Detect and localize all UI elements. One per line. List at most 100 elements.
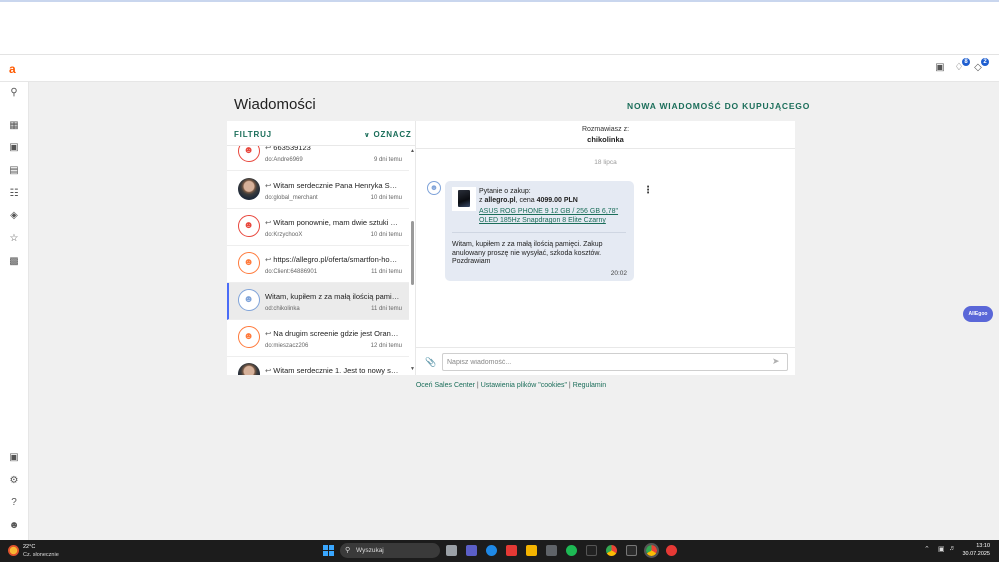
chat-column: Rozmawiasz z: chikolinka 18 lipca ☻ Pyta… <box>416 121 795 375</box>
spotify-icon[interactable] <box>566 545 577 556</box>
conversation-title: Witam serdecznie Pana Henryka Sam s... <box>273 181 401 190</box>
conversation-recipient: do:mieszacz206 <box>265 343 309 349</box>
weather-temp: 22°C <box>23 544 36 550</box>
conversation-item[interactable]: ☻ ↩ Na drugim screenie gdzie jest Orange,… <box>227 320 409 357</box>
floating-assistant-button[interactable]: AllEgoo <box>963 306 993 322</box>
cookie-settings-link[interactable]: Ustawienia plików "cookies" <box>481 382 567 389</box>
avatar: ☻ <box>238 146 260 162</box>
notifications-bell-icon[interactable]: ♢ 8 <box>953 58 970 74</box>
offers-icon[interactable]: ▤ <box>8 165 20 177</box>
search-icon: ⚲ <box>345 547 351 554</box>
conversation-list: ☻ ↩ 663539123 do:Andre6969 9 dni temu ↩ Wi… <box>227 146 409 375</box>
task-view-icon[interactable] <box>446 545 457 556</box>
chat-header: Rozmawiasz z: chikolinka <box>416 121 795 149</box>
edge-icon[interactable] <box>486 545 497 556</box>
chevron-down-icon: ∨ <box>364 132 371 139</box>
attachment-paperclip-icon[interactable]: 📎 <box>425 357 436 368</box>
file-explorer-icon[interactable] <box>526 545 537 556</box>
help-icon[interactable]: ? <box>8 497 20 509</box>
footer-links: Oceń Sales Center | Ustawienia plików "c… <box>415 382 607 389</box>
stats-icon[interactable]: ▩ <box>8 256 20 268</box>
scroll-up-arrow[interactable]: ▲ <box>410 148 415 154</box>
page-title: Wiadomości <box>234 96 316 113</box>
product-price: 4099.00 PLN <box>536 197 578 204</box>
date-separator: 18 lipca <box>594 159 617 166</box>
scrollbar-thumb[interactable] <box>411 221 414 285</box>
person-icon: ☻ <box>243 294 254 305</box>
rate-sales-center-link[interactable]: Oceń Sales Center <box>416 382 475 389</box>
user-icon[interactable]: ☻ <box>8 520 20 532</box>
new-message-button[interactable]: NOWA WIADOMOŚĆ DO KUPUJĄCEGO <box>627 101 810 111</box>
conversation-item[interactable]: ☻ ↩ https://allegro.pl/oferta/smartfon-ho… <box>227 246 409 283</box>
volume-icon[interactable]: ♬ <box>949 545 956 552</box>
person-icon: ☻ <box>243 331 254 342</box>
conversation-recipient: do:KrzychooX <box>265 232 303 238</box>
windows-start-icon[interactable] <box>323 545 334 556</box>
taskbar-search[interactable]: ⚲ Wyszukaj <box>340 543 440 558</box>
tag-icon[interactable]: ◈ <box>8 210 20 222</box>
dashboard-icon[interactable]: ▦ <box>8 120 20 132</box>
search-icon[interactable]: ⚲ <box>8 87 20 99</box>
reply-icon: ↩ <box>265 366 272 375</box>
chrome-active-icon[interactable] <box>644 543 659 558</box>
person-icon: ☻ <box>243 146 254 156</box>
conversation-date: 11 dni temu <box>371 269 402 275</box>
filter-button[interactable]: FILTRUJ <box>234 130 272 139</box>
conversation-title: Witam serdecznie 1. Jest to nowy smartf.… <box>273 366 401 375</box>
messages-nav-icon[interactable]: ▣ <box>8 452 20 464</box>
compose-bar: 📎 ➤ <box>416 347 795 375</box>
app-red-icon[interactable] <box>506 545 517 556</box>
network-icon[interactable]: ▣ <box>938 545 945 553</box>
scroll-down-arrow[interactable]: ▼ <box>410 366 415 372</box>
tray-chevron-icon[interactable]: ⌃ <box>924 545 930 553</box>
taskbar-search-label: Wyszukaj <box>356 547 384 554</box>
avatar-photo <box>238 178 260 200</box>
alerts-icon[interactable]: ◇ 2 <box>972 58 989 74</box>
conversation-title: https://allegro.pl/oferta/smartfon-hono.… <box>273 255 401 264</box>
product-question-label: Pytanie o zakup: <box>479 188 531 195</box>
conversation-item-active[interactable]: ☻ Witam, kupiłem z za małą ilością pamię… <box>227 283 409 320</box>
mark-button[interactable]: ∨ OZNACZ <box>364 130 412 139</box>
store-icon[interactable] <box>546 545 557 556</box>
settings-gear-icon[interactable]: ⚙ <box>8 475 20 487</box>
allegro-logo[interactable]: a <box>9 62 16 76</box>
conversation-title: Witam ponownie, mam dwie sztuki dost... <box>273 218 401 227</box>
messages-icon[interactable]: ▣ <box>934 62 946 74</box>
send-icon[interactable]: ➤ <box>772 356 780 367</box>
conversation-item[interactable]: ↩ Witam serdecznie Pana Henryka Sam s... … <box>227 172 409 209</box>
reply-icon: ↩ <box>265 146 272 152</box>
terms-link[interactable]: Regulamin <box>573 382 606 389</box>
conversation-recipient: do:Andre6969 <box>265 157 303 163</box>
conversation-item[interactable]: ☻ ↩ 663539123 do:Andre6969 9 dni temu <box>227 146 409 171</box>
app-dark-icon[interactable] <box>626 545 637 556</box>
documents-icon[interactable]: ☷ <box>8 188 20 200</box>
product-price-line: z allegro.pl, cena 4099.00 PLN <box>479 197 578 204</box>
weather-sun-icon <box>8 545 19 556</box>
notifications-badge: 8 <box>962 58 970 66</box>
message-time: 20:02 <box>610 270 627 277</box>
conversation-item[interactable]: ☻ ↩ Witam ponownie, mam dwie sztuki dost.… <box>227 209 409 246</box>
more-options-icon[interactable]: ⋮ <box>643 185 653 196</box>
conversation-item[interactable]: ↩ Witam serdecznie 1. Jest to nowy smartf… <box>227 357 409 375</box>
opera-icon[interactable] <box>666 545 677 556</box>
sender-avatar-icon: ☻ <box>427 181 441 195</box>
clock-time: 13:10 <box>976 543 990 549</box>
reply-icon: ↩ <box>265 329 272 338</box>
conversation-sender: od:chikolinka <box>265 306 300 312</box>
star-icon[interactable]: ☆ <box>8 233 20 245</box>
chat-partner-name: chikolinka <box>587 135 624 144</box>
product-image[interactable] <box>452 187 476 211</box>
product-card: Pytanie o zakup: z allegro.pl, cena 4099… <box>452 187 626 233</box>
person-icon: ☻ <box>243 220 254 231</box>
alerts-badge: 2 <box>981 58 989 66</box>
teams-icon[interactable] <box>466 545 477 556</box>
phone-image-icon <box>458 190 470 207</box>
conversation-date: 11 dni temu <box>371 306 402 312</box>
tiktok-icon[interactable] <box>586 545 597 556</box>
product-link[interactable]: ASUS ROG PHONE 9 12 GB / 256 GB 6,78" OL… <box>479 207 627 225</box>
orders-icon[interactable]: ▣ <box>8 142 20 154</box>
message-input[interactable] <box>442 353 788 371</box>
taskbar-clock[interactable]: 13:10 30.07.2025 <box>962 543 990 558</box>
chrome-icon[interactable] <box>606 545 617 556</box>
avatar: ☻ <box>238 289 260 311</box>
